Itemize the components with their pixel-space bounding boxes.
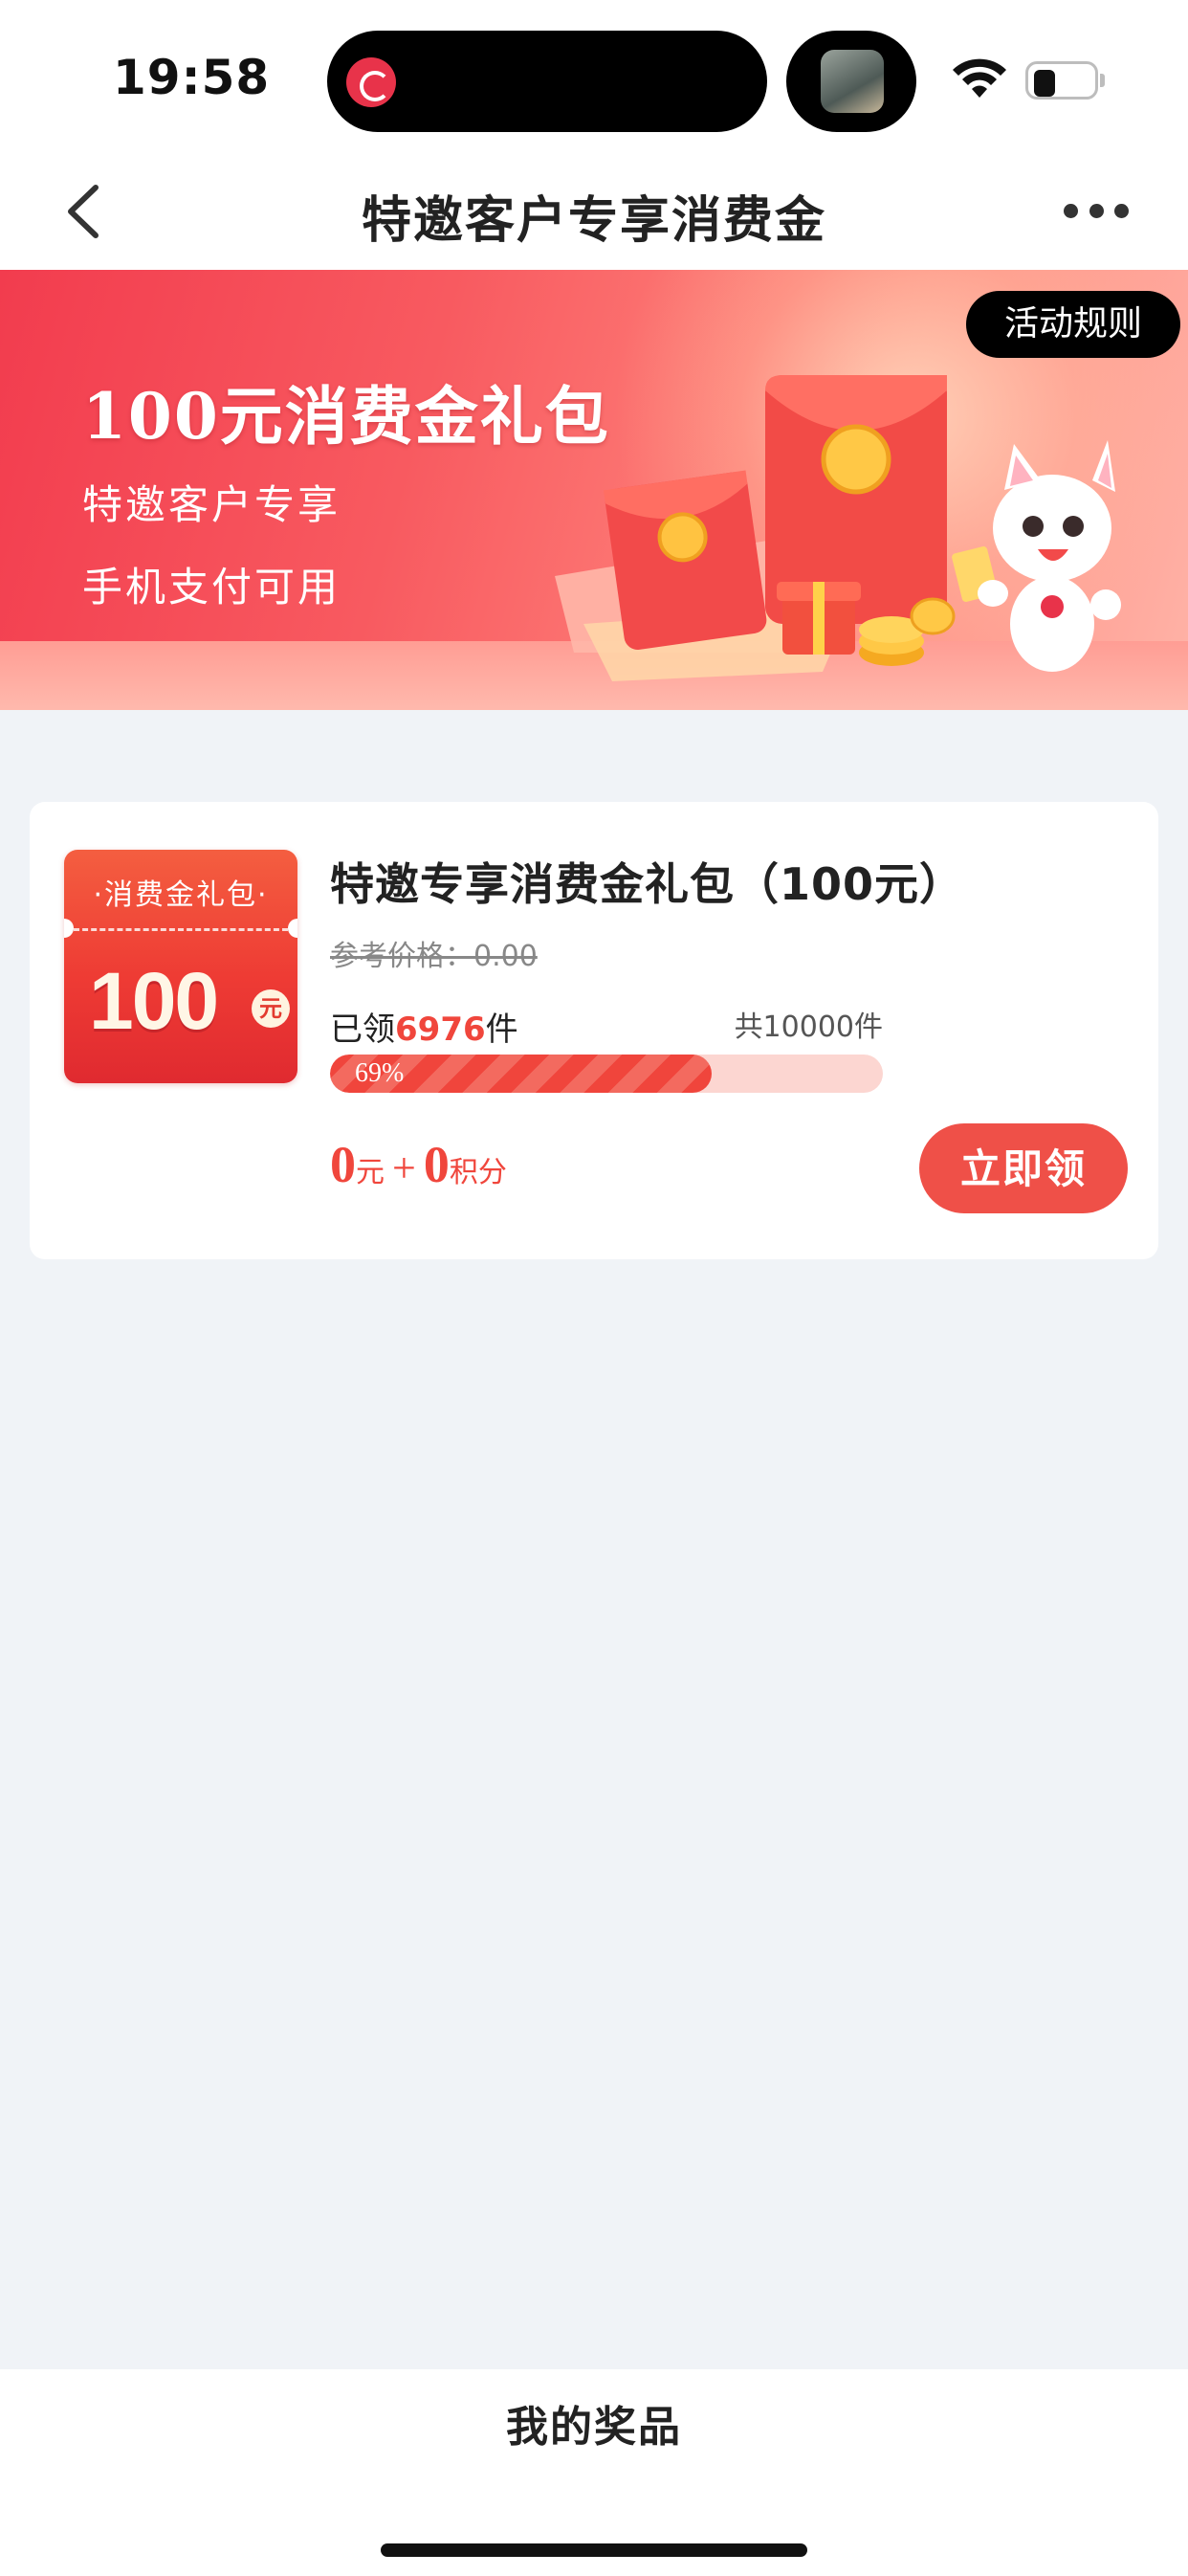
coupon-unit: 元 — [252, 989, 290, 1028]
price-points: 0 — [423, 1136, 450, 1193]
dynamic-island — [327, 31, 767, 132]
prize-name: 特邀专享消费金礼包（100元） — [330, 858, 965, 910]
claimed-count: 已领6976件 — [330, 1010, 518, 1049]
activity-rules-button[interactable]: 活动规则 — [966, 291, 1180, 358]
reference-price: 参考价格：0.00 — [330, 940, 538, 973]
promo-banner: 活动规则 100元消费金礼包 特邀客户专享 手机支付可用 — [0, 270, 1188, 710]
page: 19:58 特邀客户专享消费金 活动规则 100元消费金礼包 特邀客户专享 手机… — [0, 0, 1188, 2576]
status-bar: 19:58 — [0, 0, 1188, 153]
home-indicator[interactable] — [381, 2543, 807, 2557]
claim-progress-bar: 69% — [330, 1055, 883, 1093]
more-dots-icon[interactable] — [1064, 199, 1129, 222]
battery-icon — [1025, 61, 1106, 100]
banner-title: 100元消费金礼包 — [82, 379, 610, 454]
coupon-amount: 100 — [89, 956, 219, 1046]
banner-subtitle-payment: 手机支付可用 — [82, 564, 341, 611]
banner-subtitle-exclusive: 特邀客户专享 — [82, 481, 341, 528]
prize-card[interactable]: ·消费金礼包· 100 元 特邀专享消费金礼包（100元） 参考价格：0.00 … — [30, 802, 1158, 1259]
music-app-icon — [346, 57, 396, 107]
my-prizes-button[interactable]: 我的奖品 — [0, 2392, 1188, 2454]
nav-bar: 特邀客户专享消费金 — [0, 153, 1188, 270]
wifi-icon — [953, 58, 1006, 98]
price-line: 0元 +0积分 — [330, 1136, 507, 1193]
total-stock: 共10000件 — [734, 1010, 883, 1044]
red-envelope-illustration — [555, 375, 1121, 681]
price-cash: 0 — [330, 1136, 356, 1193]
coupon-label: ·消费金礼包· — [93, 878, 269, 912]
media-thumbnail — [821, 50, 884, 113]
coupon-image: ·消费金礼包· 100 元 — [64, 850, 297, 1083]
dynamic-island-media — [786, 31, 916, 132]
claim-now-button[interactable]: 立即领 — [919, 1123, 1128, 1213]
bottom-bar: 我的奖品 — [0, 2369, 1188, 2576]
claim-progress-text: 69% — [355, 1058, 405, 1088]
status-time: 19:58 — [113, 50, 271, 105]
page-title: 特邀客户专享消费金 — [361, 192, 826, 250]
claimed-number: 6976 — [395, 1010, 486, 1049]
